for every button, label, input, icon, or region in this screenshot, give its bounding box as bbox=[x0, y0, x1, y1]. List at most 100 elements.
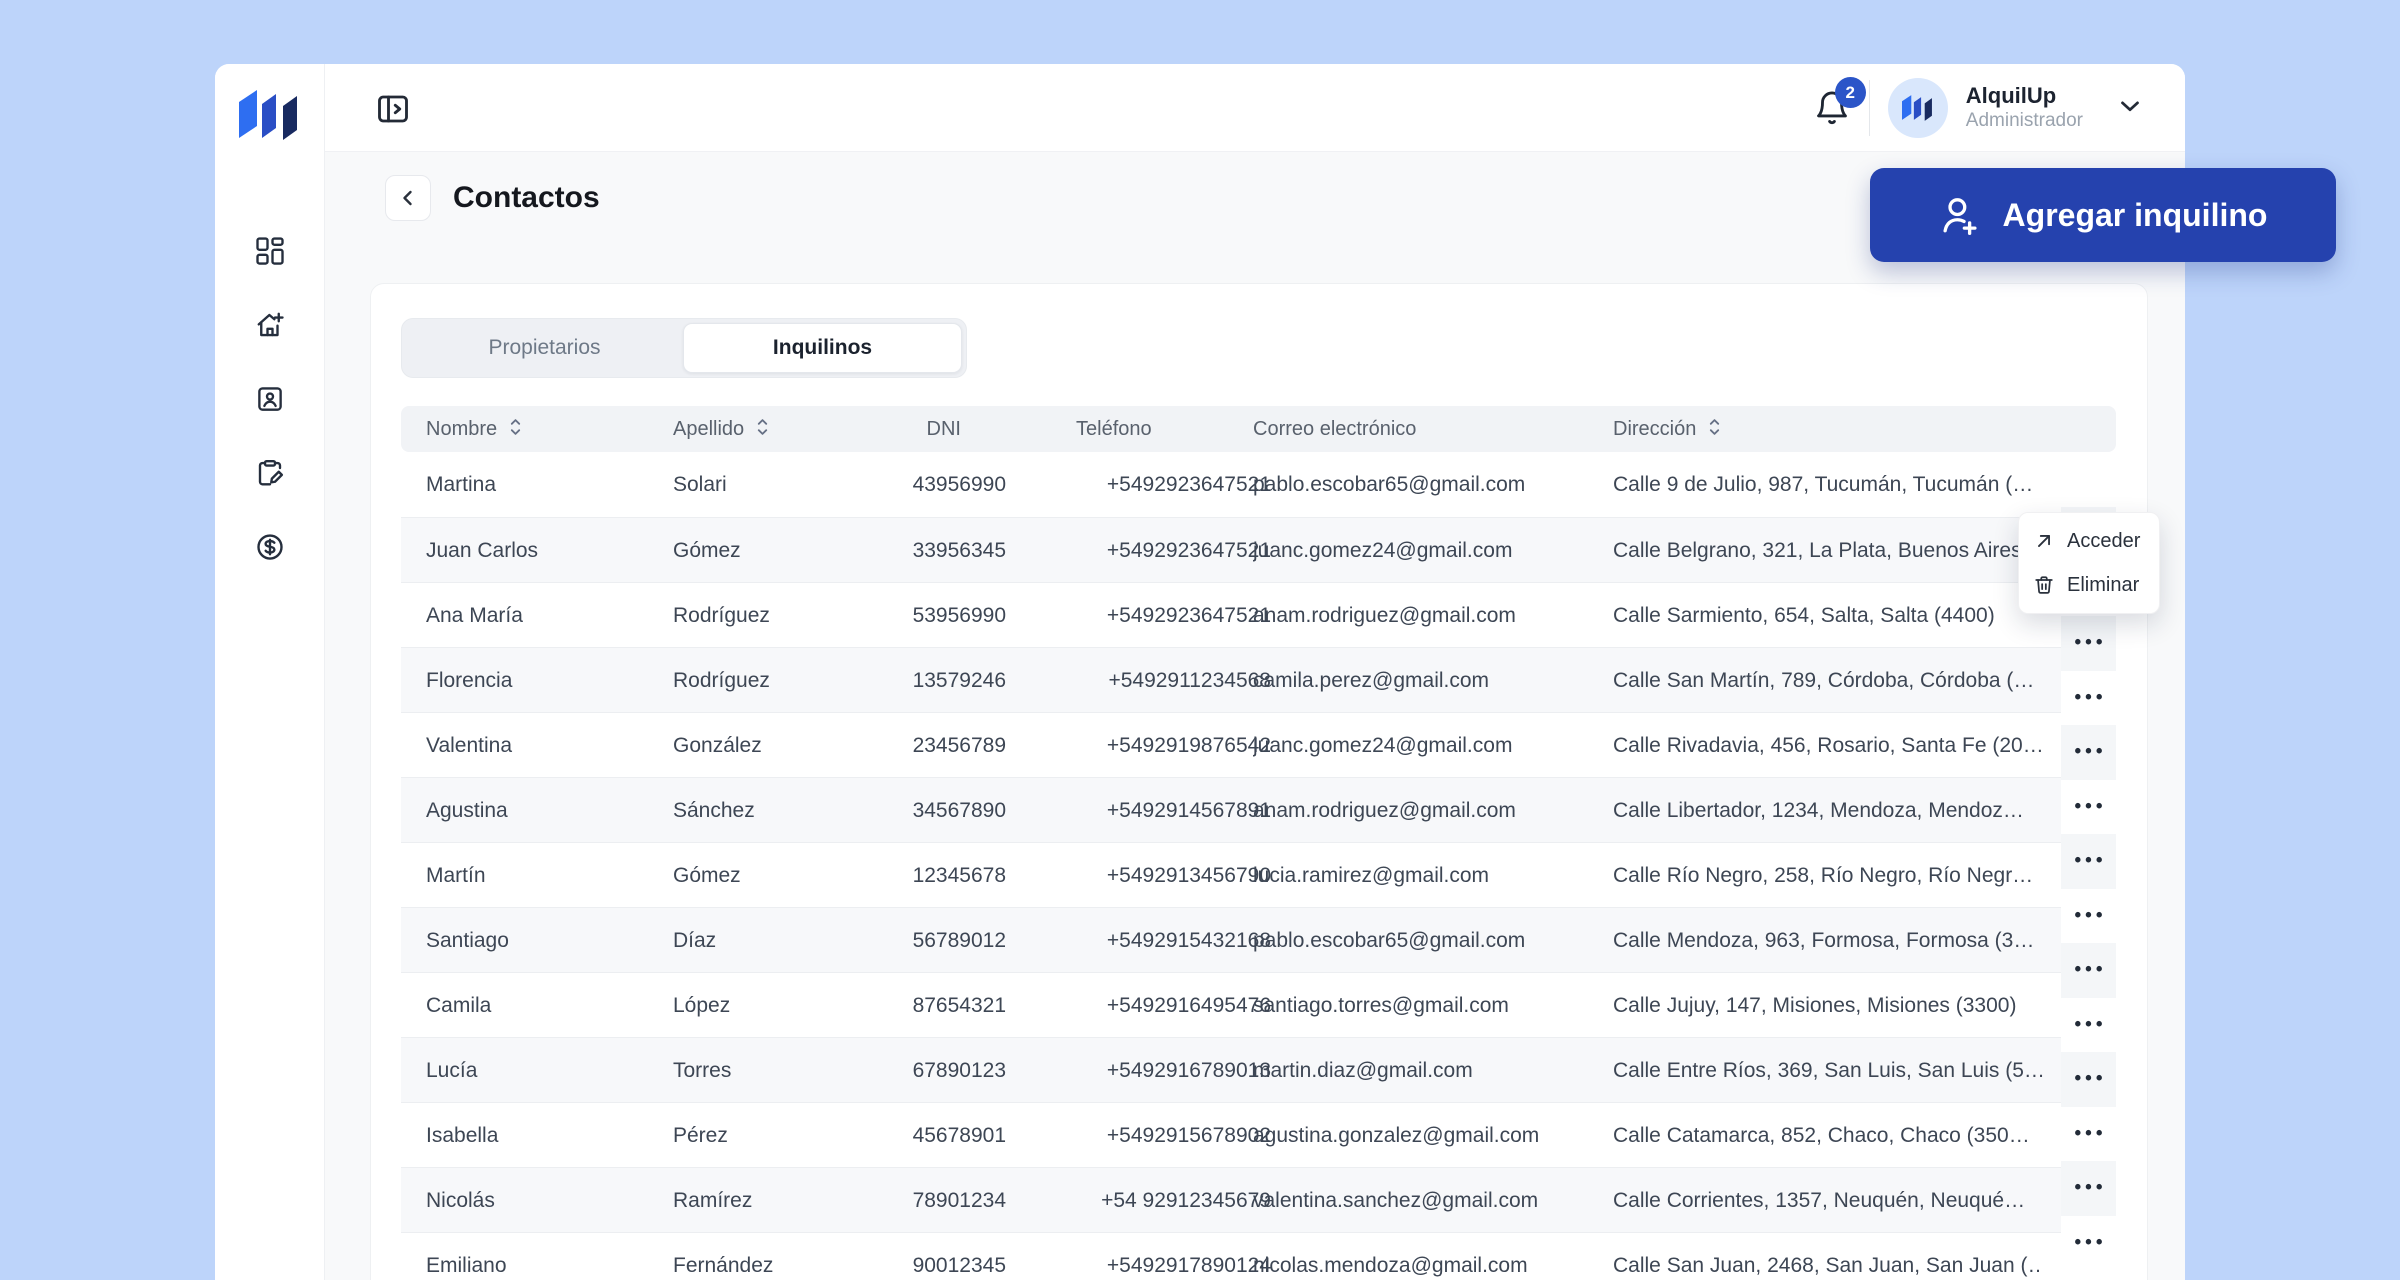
cell-nombre: Martina bbox=[426, 452, 661, 517]
contacts-card: Propietarios Inquilinos Nombre Apellido … bbox=[370, 283, 2148, 1280]
cell-nombre: Isabella bbox=[426, 1103, 661, 1168]
sort-icon[interactable] bbox=[507, 421, 524, 443]
cell-nombre: Agustina bbox=[426, 778, 661, 843]
row-actions-button[interactable]: ••• bbox=[2061, 1161, 2116, 1216]
table-row[interactable]: Nicolás Ramírez 78901234 +54 92912345679… bbox=[401, 1167, 2061, 1232]
tab-inquilinos[interactable]: Inquilinos bbox=[683, 323, 962, 373]
table-row[interactable]: Juan Carlos Gómez 33956345 +549292364752… bbox=[401, 517, 2061, 582]
table-row[interactable]: Camila López 87654321 +5492916495476 san… bbox=[401, 972, 2061, 1037]
account-role: Administrador bbox=[1966, 110, 2083, 133]
table-row[interactable]: Agustina Sánchez 34567890 +5492914567891… bbox=[401, 777, 2061, 842]
add-tenant-button-label: Agregar inquilino bbox=[2003, 197, 2268, 234]
cell-telefono: +5492919876542 bbox=[1031, 713, 1271, 778]
cell-nombre: Santiago bbox=[426, 908, 661, 973]
account-name: AlquilUp bbox=[1966, 83, 2083, 109]
cell-dni: 12345678 bbox=[826, 843, 1006, 908]
cell-direccion: Calle Catamarca, 852, Chaco, Chaco (350… bbox=[1613, 1103, 2043, 1168]
cell-direccion: Calle Jujuy, 147, Misiones, Misiones (33… bbox=[1613, 973, 2043, 1038]
add-tenant-button[interactable]: Agregar inquilino bbox=[1870, 168, 2336, 262]
table-row[interactable]: Lucía Torres 67890123 +5492916789013 mar… bbox=[401, 1037, 2061, 1102]
cell-telefono: +5492911234568 bbox=[1031, 648, 1271, 713]
cell-direccion: Calle Belgrano, 321, La Plata, Buenos Ai… bbox=[1613, 518, 2043, 583]
ellipsis-icon: ••• bbox=[2071, 1014, 2107, 1036]
row-actions-button[interactable]: ••• bbox=[2061, 998, 2116, 1053]
topbar-right: 2 AlquilUp Administrador bbox=[1813, 64, 2145, 152]
row-actions-button[interactable]: ••• bbox=[2061, 1052, 2116, 1107]
cell-direccion: Calle Entre Ríos, 369, San Luis, San Lui… bbox=[1613, 1038, 2043, 1103]
table-row[interactable]: Ana María Rodríguez 53956990 +5492923647… bbox=[401, 582, 2061, 647]
notifications-bell-icon[interactable]: 2 bbox=[1813, 88, 1851, 128]
table-row[interactable]: Isabella Pérez 45678901 +5492915678902 a… bbox=[401, 1102, 2061, 1167]
cell-telefono: +5492913456790 bbox=[1031, 843, 1271, 908]
back-button[interactable] bbox=[385, 175, 431, 221]
column-header-dni: DNI bbox=[826, 406, 961, 452]
cell-nombre: Lucía bbox=[426, 1038, 661, 1103]
column-header-direccion[interactable]: Dirección bbox=[1613, 406, 1723, 452]
column-header-nombre[interactable]: Nombre bbox=[426, 406, 524, 452]
cell-direccion: Calle San Juan, 2468, San Juan, San Juan… bbox=[1613, 1233, 2043, 1280]
user-plus-icon bbox=[1939, 194, 1981, 236]
cell-telefono: +5492923647521 bbox=[1031, 452, 1271, 517]
sidebar bbox=[215, 64, 325, 1280]
table-row[interactable]: Martín Gómez 12345678 +5492913456790 luc… bbox=[401, 842, 2061, 907]
ellipsis-icon: ••• bbox=[2071, 959, 2107, 981]
ellipsis-icon: ••• bbox=[2071, 796, 2107, 818]
row-actions-button[interactable]: ••• bbox=[2061, 943, 2116, 998]
contacts-icon[interactable] bbox=[255, 384, 285, 414]
page-title: Contactos bbox=[453, 175, 600, 221]
row-actions-button[interactable]: ••• bbox=[2061, 889, 2116, 944]
account-avatar[interactable] bbox=[1888, 78, 1948, 138]
dashboard-icon[interactable] bbox=[255, 236, 285, 266]
sort-icon[interactable] bbox=[754, 421, 771, 443]
cell-direccion: Calle Río Negro, 258, Río Negro, Río Neg… bbox=[1613, 843, 2043, 908]
cell-dni: 56789012 bbox=[826, 908, 1006, 973]
table-row[interactable]: Santiago Díaz 56789012 +5492915432168 pa… bbox=[401, 907, 2061, 972]
cell-dni: 67890123 bbox=[826, 1038, 1006, 1103]
cell-correo: anam.rodriguez@gmail.com bbox=[1253, 583, 1603, 648]
chevron-down-icon[interactable] bbox=[2115, 91, 2145, 126]
cell-correo: lucia.ramirez@gmail.com bbox=[1253, 843, 1603, 908]
cell-correo: camila.perez@gmail.com bbox=[1253, 648, 1603, 713]
menu-item-acceder[interactable]: Acceder bbox=[2019, 519, 2159, 563]
sidebar-toggle-icon[interactable] bbox=[375, 91, 411, 127]
cell-telefono: +5492914567891 bbox=[1031, 778, 1271, 843]
alquilup-logo bbox=[239, 90, 301, 147]
payments-icon[interactable] bbox=[255, 532, 285, 562]
ellipsis-icon: ••• bbox=[2071, 1232, 2107, 1254]
cell-dni: 87654321 bbox=[826, 973, 1006, 1038]
ellipsis-icon: ••• bbox=[2071, 850, 2107, 872]
ellipsis-icon: ••• bbox=[2071, 1123, 2107, 1145]
account-info[interactable]: AlquilUp Administrador bbox=[1966, 83, 2083, 132]
ellipsis-icon: ••• bbox=[2071, 632, 2107, 654]
ellipsis-icon: ••• bbox=[2071, 905, 2107, 927]
row-actions-button[interactable]: ••• bbox=[2061, 1107, 2116, 1162]
row-actions-button[interactable]: ••• bbox=[2061, 616, 2116, 671]
table-row[interactable]: Florencia Rodríguez 13579246 +5492911234… bbox=[401, 647, 2061, 712]
house-plus-icon[interactable] bbox=[255, 310, 285, 340]
row-actions-button[interactable]: ••• bbox=[2061, 834, 2116, 889]
cell-direccion: Calle 9 de Julio, 987, Tucumán, Tucumán … bbox=[1613, 452, 2043, 517]
cell-nombre: Juan Carlos bbox=[426, 518, 661, 583]
sort-icon[interactable] bbox=[1706, 421, 1723, 443]
contract-edit-icon[interactable] bbox=[255, 458, 285, 488]
cell-direccion: Calle San Martín, 789, Córdoba, Córdoba … bbox=[1613, 648, 2043, 713]
column-header-correo: Correo electrónico bbox=[1253, 406, 1416, 452]
cell-nombre: Nicolás bbox=[426, 1168, 661, 1233]
cell-correo: juanc.gomez24@gmail.com bbox=[1253, 518, 1603, 583]
topbar: 2 AlquilUp Administrador bbox=[325, 64, 2185, 152]
ellipsis-icon: ••• bbox=[2071, 741, 2107, 763]
menu-item-eliminar[interactable]: Eliminar bbox=[2019, 563, 2159, 607]
cell-direccion: Calle Mendoza, 963, Formosa, Formosa (3… bbox=[1613, 908, 2043, 973]
row-actions-button[interactable]: ••• bbox=[2061, 671, 2116, 726]
cell-dni: 45678901 bbox=[826, 1103, 1006, 1168]
ellipsis-icon: ••• bbox=[2071, 1068, 2107, 1090]
column-header-apellido[interactable]: Apellido bbox=[673, 406, 771, 452]
table-row[interactable]: Valentina González 23456789 +54929198765… bbox=[401, 712, 2061, 777]
row-actions-button[interactable]: ••• bbox=[2061, 780, 2116, 835]
row-actions-button[interactable]: ••• bbox=[2061, 1216, 2116, 1271]
table-row[interactable]: Martina Solari 43956990 +5492923647521 p… bbox=[401, 452, 2061, 517]
table-row[interactable]: Emiliano Fernández 90012345 +54929178901… bbox=[401, 1232, 2061, 1280]
row-actions-button[interactable]: ••• bbox=[2061, 725, 2116, 780]
tab-propietarios[interactable]: Propietarios bbox=[406, 323, 683, 373]
column-header-telefono: Teléfono bbox=[1076, 406, 1152, 452]
